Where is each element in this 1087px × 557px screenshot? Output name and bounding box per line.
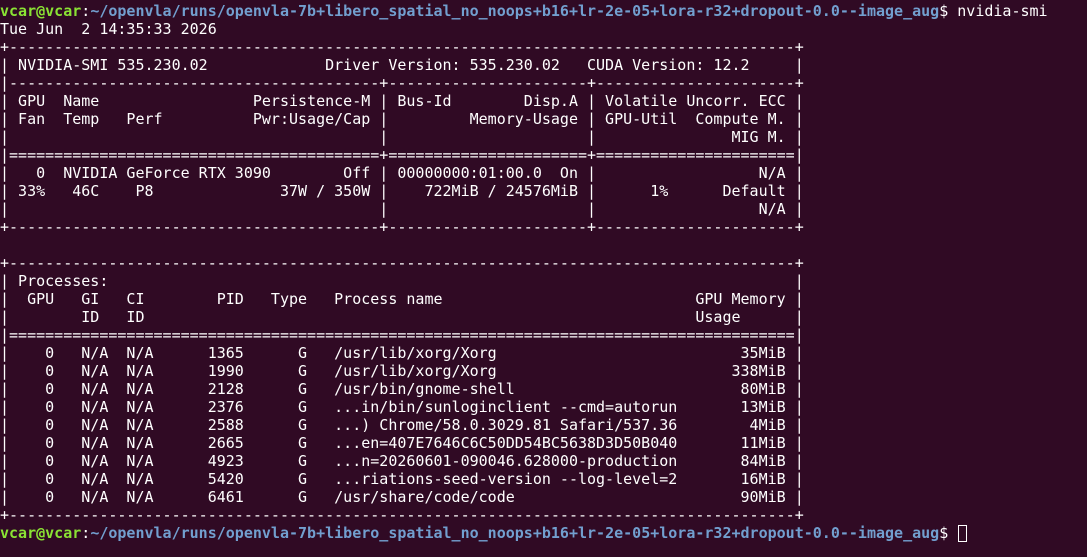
- output-line: | 0 N/A N/A 1365 G /usr/lib/xorg/Xorg 35…: [0, 344, 804, 362]
- date-line: Tue Jun 2 14:35:33 2026: [0, 20, 217, 38]
- prompt-symbol: $: [939, 2, 949, 20]
- output-line: | | | N/A |: [0, 200, 804, 218]
- text-cursor[interactable]: [958, 525, 968, 542]
- output-line: +---------------------------------------…: [0, 218, 804, 236]
- prompt-symbol: $: [939, 524, 949, 542]
- output-line: | 0 N/A N/A 1990 G /usr/lib/xorg/Xorg 33…: [0, 362, 804, 380]
- output-line: | GPU Name Persistence-M | Bus-Id Disp.A…: [0, 92, 804, 110]
- output-line: | 0 NVIDIA GeForce RTX 3090 Off | 000000…: [0, 164, 804, 182]
- output-line: | GPU GI CI PID Type Process name GPU Me…: [0, 290, 804, 308]
- output-line: | ID ID Usage |: [0, 308, 804, 326]
- output-line: +---------------------------------------…: [0, 254, 804, 272]
- output-line: | Fan Temp Perf Pwr:Usage/Cap | Memory-U…: [0, 110, 804, 128]
- active-prompt-line[interactable]: vcar@vcar:~/openvla/runs/openvla-7b+libe…: [0, 524, 1087, 542]
- output-line: | 0 N/A N/A 6461 G /usr/share/code/code …: [0, 488, 804, 506]
- terminal-window[interactable]: vcar@vcar:~/openvla/runs/openvla-7b+libe…: [0, 0, 1087, 557]
- command-prompt-line: vcar@vcar:~/openvla/runs/openvla-7b+libe…: [0, 2, 1048, 20]
- output-line: | 0 N/A N/A 4923 G ...n=20260601-090046.…: [0, 452, 804, 470]
- output-line: | Processes: |: [0, 272, 804, 290]
- output-line: | 0 N/A N/A 2376 G ...in/bin/sunlogincli…: [0, 398, 804, 416]
- command-text: nvidia-smi: [948, 2, 1048, 20]
- output-line: | 33% 46C P8 37W / 350W | 722MiB / 24576…: [0, 182, 804, 200]
- output-line: |=======================================…: [0, 326, 804, 344]
- prompt-path: ~/openvla/runs/openvla-7b+libero_spatial…: [90, 2, 940, 20]
- output-line: +---------------------------------------…: [0, 38, 804, 56]
- output-line: |=======================================…: [0, 146, 804, 164]
- prompt-user: vcar@vcar: [0, 524, 82, 542]
- output-line: | 0 N/A N/A 2128 G /usr/bin/gnome-shell …: [0, 380, 804, 398]
- nvidia-smi-output: +---------------------------------------…: [0, 38, 1087, 524]
- output-line: | 0 N/A N/A 5420 G ...riations-seed-vers…: [0, 470, 804, 488]
- output-line: |---------------------------------------…: [0, 74, 804, 92]
- output-line: | 0 N/A N/A 2588 G ...) Chrome/58.0.3029…: [0, 416, 804, 434]
- output-line: | NVIDIA-SMI 535.230.02 Driver Version: …: [0, 56, 804, 74]
- output-line: | | | MIG M. |: [0, 128, 804, 146]
- output-line: +---------------------------------------…: [0, 506, 804, 524]
- output-line: | 0 N/A N/A 2665 G ...en=407E7646C6C50DD…: [0, 434, 804, 452]
- prompt-path: ~/openvla/runs/openvla-7b+libero_spatial…: [90, 524, 940, 542]
- prompt-user: vcar@vcar: [0, 2, 82, 20]
